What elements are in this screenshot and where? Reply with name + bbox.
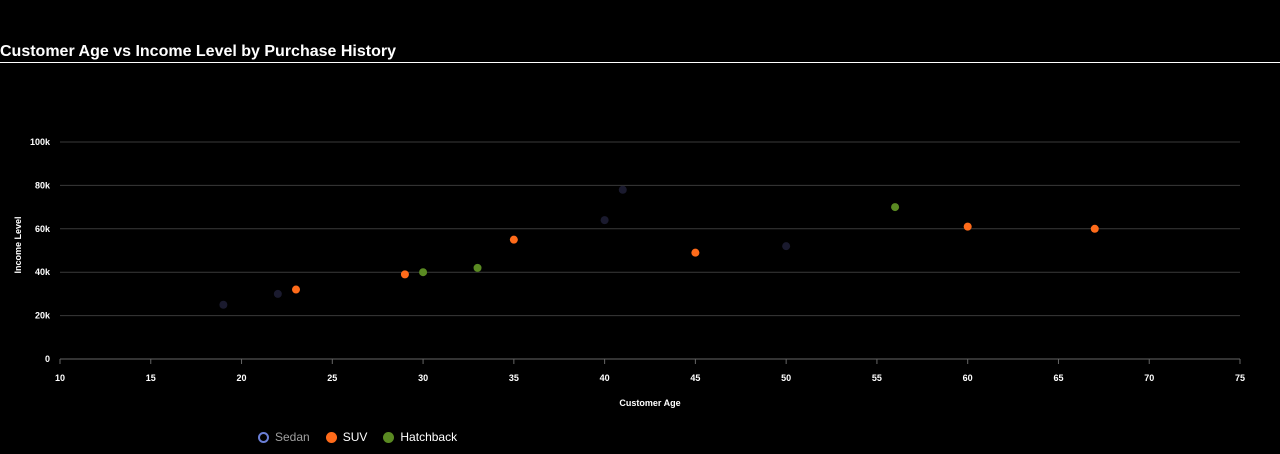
x-tick-label: 75: [1235, 373, 1245, 383]
x-tick-label: 35: [509, 373, 519, 383]
legend-swatch-icon: [325, 431, 337, 443]
x-tick-label: 65: [1053, 373, 1063, 383]
data-point-sedan[interactable]: [782, 242, 791, 251]
data-point-sedan[interactable]: [600, 216, 609, 225]
legend-label: Sedan: [275, 430, 310, 444]
data-point-hatchback[interactable]: [891, 203, 900, 212]
legend-item-sedan[interactable]: Sedan: [258, 430, 310, 444]
data-point-suv[interactable]: [1090, 224, 1099, 233]
legend-swatch-icon: [258, 431, 269, 443]
legend-label: Hatchback: [400, 430, 458, 444]
x-tick-label: 60: [963, 373, 973, 383]
scatter-chart: 0 20k 40k 60k 80k 100k 10 15 20 25 30 35 40 45 50 55 60 6…: [13, 137, 1245, 408]
x-tick-label: 70: [1144, 373, 1154, 383]
y-axis-title: Income Level: [13, 216, 23, 273]
y-tick-label: 40k: [35, 267, 51, 277]
x-tick-label: 15: [146, 373, 156, 383]
x-tick-label: 45: [690, 373, 700, 383]
y-tick-label: 100k: [30, 137, 51, 147]
legend-label: SUV: [342, 430, 368, 444]
x-tick-label: 20: [237, 373, 247, 383]
y-tick-label: 80k: [35, 180, 51, 190]
legend-swatch-icon: [383, 431, 395, 443]
x-tick-label: 50: [781, 373, 791, 383]
y-tick-label: 20k: [35, 311, 51, 321]
grid-lines: [60, 141, 1240, 317]
data-point-suv[interactable]: [963, 222, 972, 231]
data-point-suv[interactable]: [691, 248, 700, 257]
axes: 0 20k 40k 60k 80k 100k 10 15 20 25 30 35 40 45 50 55 60 6…: [30, 137, 1245, 383]
y-tick-label: 0: [45, 354, 50, 364]
x-tick-label: 10: [55, 373, 65, 383]
data-point-sedan[interactable]: [219, 300, 228, 309]
x-tick-label: 55: [872, 373, 882, 383]
data-point-suv[interactable]: [292, 285, 300, 294]
data-points: [219, 185, 1099, 309]
data-point-hatchback[interactable]: [473, 263, 482, 272]
x-tick-label: 30: [418, 373, 428, 383]
legend: Sedan SUV Hatchback: [258, 430, 457, 444]
x-axis-title: Customer Age: [619, 398, 680, 408]
data-point-sedan[interactable]: [618, 185, 627, 194]
legend-item-suv[interactable]: SUV: [325, 430, 368, 444]
y-tick-label: 60k: [35, 224, 51, 234]
legend-item-hatchback[interactable]: Hatchback: [383, 430, 457, 444]
data-point-suv[interactable]: [509, 235, 518, 244]
data-point-sedan[interactable]: [273, 289, 282, 298]
data-point-hatchback[interactable]: [419, 268, 428, 277]
x-tick-label: 25: [327, 373, 337, 383]
x-tick-label: 40: [600, 373, 610, 383]
data-point-suv[interactable]: [400, 270, 409, 279]
